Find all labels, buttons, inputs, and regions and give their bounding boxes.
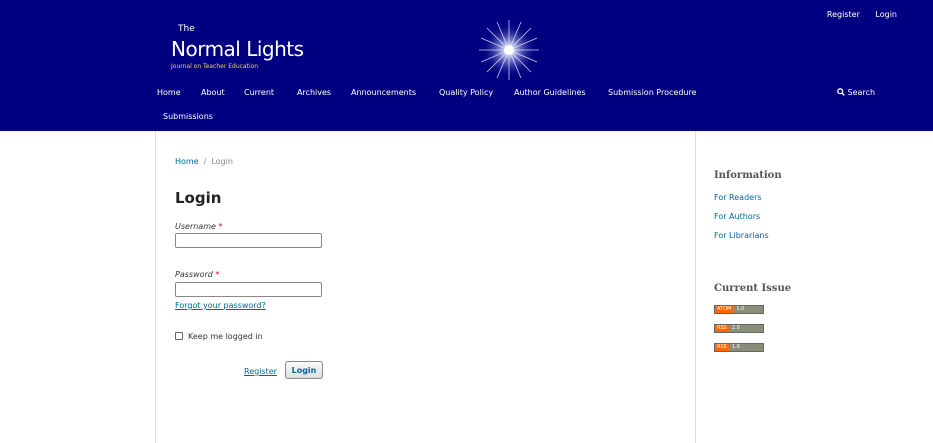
- breadcrumb: Home / Login: [175, 157, 233, 166]
- nav-current[interactable]: Current: [244, 88, 274, 97]
- logo-the: The: [178, 24, 195, 34]
- password-label: Password *: [175, 270, 219, 279]
- content-divider-left: [155, 131, 156, 443]
- rss2-feed-badge[interactable]: RSS 2.0: [714, 324, 764, 333]
- feed-version: 1.0: [733, 306, 763, 313]
- search-link[interactable]: Search: [837, 88, 875, 97]
- feed-label: RSS: [715, 325, 729, 332]
- current-issue-heading: Current Issue: [714, 283, 792, 294]
- keep-logged-in-checkbox[interactable]: [175, 332, 183, 340]
- required-mark: *: [215, 270, 220, 279]
- password-input[interactable]: [175, 282, 322, 297]
- breadcrumb-home[interactable]: Home: [175, 157, 199, 166]
- login-link[interactable]: Login: [875, 10, 897, 19]
- search-label: Search: [847, 88, 876, 97]
- search-icon: [837, 88, 845, 96]
- register-link[interactable]: Register: [827, 10, 860, 19]
- required-mark: *: [218, 222, 223, 231]
- breadcrumb-separator: /: [203, 157, 207, 166]
- nav-quality-policy[interactable]: Quality Policy: [439, 88, 493, 97]
- feed-version: 2.0: [728, 325, 763, 332]
- for-authors-link[interactable]: For Authors: [714, 212, 760, 221]
- forgot-password-link[interactable]: Forgot your password?: [175, 301, 266, 310]
- user-links: Register Login: [814, 10, 897, 19]
- for-librarians-link[interactable]: For Librarians: [714, 231, 769, 240]
- nav-home[interactable]: Home: [157, 88, 181, 97]
- content-divider-right: [695, 131, 696, 443]
- information-heading: Information: [714, 170, 782, 181]
- feed-label: ATOM: [715, 306, 734, 313]
- logo-name: Normal Lights: [171, 37, 304, 61]
- login-button[interactable]: Login: [285, 361, 323, 379]
- nav-about[interactable]: About: [201, 88, 225, 97]
- main-nav: Home About Current Archives Announcement…: [0, 88, 933, 102]
- logo-tagline: Journal on Teacher Education: [171, 63, 259, 70]
- for-readers-link[interactable]: For Readers: [714, 193, 762, 202]
- light-burst-icon: [479, 20, 539, 80]
- nav-submissions[interactable]: Submissions: [163, 112, 213, 121]
- nav-submission-procedure[interactable]: Submission Procedure: [608, 88, 697, 97]
- atom-feed-badge[interactable]: ATOM 1.0: [714, 305, 764, 314]
- username-input[interactable]: [175, 233, 322, 248]
- page-title: Login: [175, 189, 222, 207]
- nav-author-guidelines[interactable]: Author Guidelines: [514, 88, 586, 97]
- feed-version: 1.0: [728, 344, 763, 351]
- nav-archives[interactable]: Archives: [297, 88, 331, 97]
- register-link-form[interactable]: Register: [244, 367, 277, 376]
- username-label: Username *: [175, 222, 222, 231]
- password-label-text: Password: [175, 270, 213, 279]
- rss1-feed-badge[interactable]: RSS 1.0: [714, 343, 764, 352]
- username-label-text: Username: [175, 222, 216, 231]
- nav-announcements[interactable]: Announcements: [351, 88, 416, 97]
- feed-label: RSS: [715, 344, 729, 351]
- keep-logged-in-label[interactable]: Keep me logged in: [188, 332, 263, 341]
- breadcrumb-current: Login: [211, 157, 233, 166]
- site-header: Register Login The Normal Lights Journal…: [0, 0, 933, 131]
